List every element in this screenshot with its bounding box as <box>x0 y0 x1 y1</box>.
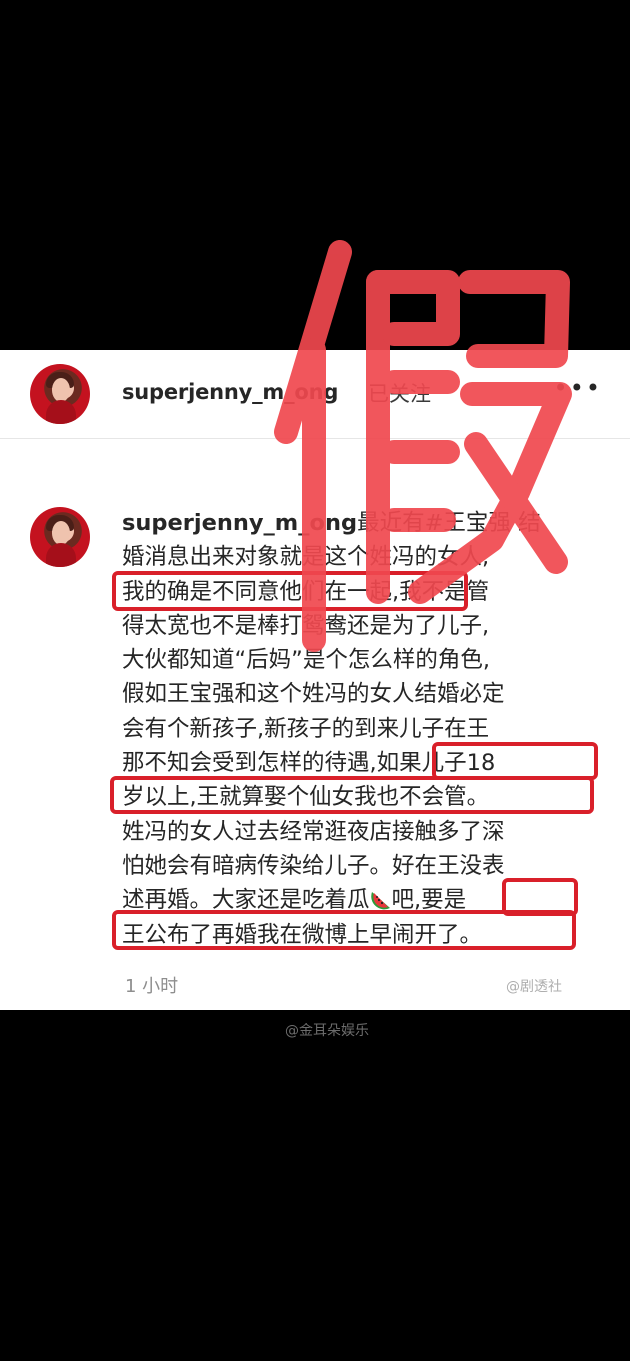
post-header: superjenny_m_ong 已关注 ••• <box>0 350 630 439</box>
watermelon-icon <box>370 892 390 910</box>
highlight-box <box>112 910 576 950</box>
comment-avatar[interactable] <box>30 507 90 567</box>
instagram-post-card: superjenny_m_ong 已关注 ••• superjenny_m_on… <box>0 350 630 1039</box>
avatar[interactable] <box>30 364 90 424</box>
avatar-body <box>46 543 76 567</box>
highlight-box <box>112 571 468 611</box>
comment-line-text: 最近有#王宝强 结 <box>357 510 541 536</box>
comment-line: 得太宽也不是棒打鸳鸯还是为了儿子, <box>122 612 490 639</box>
comment-line: 会有个新孩子,新孩子的到来儿子在王 <box>122 715 490 742</box>
comment-line: 姓冯的女人过去经常逛夜店接触多了深 <box>122 818 505 845</box>
post-time: 1 小时 <box>125 976 179 997</box>
comment-line: 婚消息出来对象就是这个姓冯的女人, <box>122 544 490 571</box>
follow-status[interactable]: 已关注 <box>368 378 431 408</box>
comment-line: 假如王宝强和这个姓冯的女人结婚必定 <box>122 681 505 708</box>
post-username[interactable]: superjenny_m_ong <box>122 380 338 404</box>
avatar-face <box>52 378 70 402</box>
avatar-face <box>52 521 70 545</box>
highlight-box <box>432 742 598 780</box>
comment-line: superjenny_m_ong最近有#王宝强 结 <box>122 506 592 540</box>
avatar-body <box>46 400 76 424</box>
comment-line: 大伙都知道“后妈”是个怎么样的角色, <box>122 647 490 674</box>
watermark: @金耳朵娱乐 <box>285 1023 369 1039</box>
comment-username[interactable]: superjenny_m_ong <box>122 510 357 536</box>
highlight-box <box>110 776 594 814</box>
more-icon[interactable]: ••• <box>554 374 602 402</box>
watermark: @剧透社 <box>506 979 562 995</box>
